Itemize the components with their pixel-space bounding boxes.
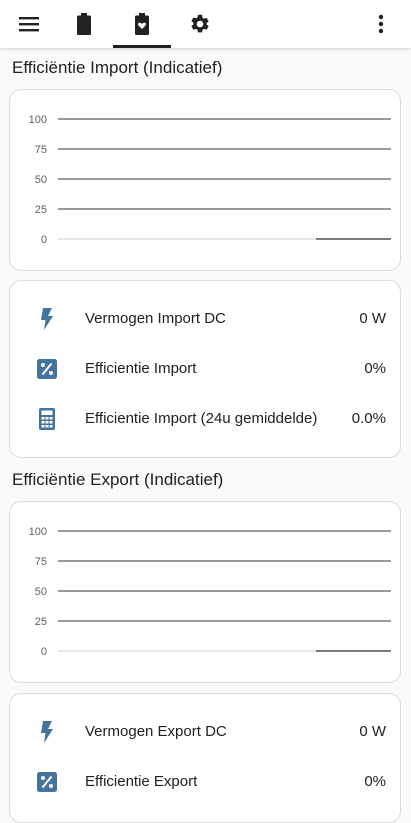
menu-icon (19, 17, 39, 32)
tab-battery-heart[interactable] (120, 0, 164, 48)
more-vert-icon (378, 14, 384, 34)
entity-row-vermogen-import[interactable]: Vermogen Import DC 0 W (10, 294, 402, 344)
entity-label: Vermogen Export DC (85, 723, 227, 740)
gear-icon (191, 14, 209, 33)
tab-battery[interactable] (62, 0, 106, 48)
entity-row-efficientie-import-24u[interactable]: Efficientie Import (24u gemiddelde) 0.0% (10, 394, 402, 444)
y-tick-label: 100 (29, 526, 47, 538)
y-tick-label: 25 (35, 204, 47, 216)
calculator-icon (36, 407, 58, 431)
percent-icon (36, 357, 58, 381)
y-tick-label: 25 (35, 616, 47, 628)
line-chart-export: 100 75 50 25 0 (29, 526, 391, 658)
entity-row-efficientie-import[interactable]: Efficientie Import 0% (10, 344, 402, 394)
tab-settings[interactable] (178, 0, 222, 48)
active-tab-indicator (113, 45, 171, 48)
battery-icon (77, 13, 91, 35)
y-tick-label: 75 (35, 144, 47, 156)
entity-label: Efficientie Import (24u gemiddelde) (85, 410, 318, 427)
y-tick-label: 0 (41, 646, 47, 658)
entities-card-export: Vermogen Export DC 0 W Efficientie Expor… (9, 693, 401, 823)
entities-card-import: Vermogen Import DC 0 W Efficientie Impor… (9, 280, 401, 458)
y-tick-label: 75 (35, 556, 47, 568)
line-chart-import: 100 75 50 25 0 (29, 114, 391, 246)
entity-label: Efficientie Import (85, 360, 197, 377)
entity-value: 0 W (359, 723, 386, 740)
menu-button[interactable] (8, 0, 50, 48)
flash-icon (36, 720, 58, 744)
y-tick-label: 0 (41, 234, 47, 246)
flash-icon (36, 307, 58, 331)
chart-card-import: 100 75 50 25 0 (9, 89, 401, 271)
entity-row-vermogen-export[interactable]: Vermogen Export DC 0 W (10, 707, 402, 757)
entity-label: Efficientie Export (85, 773, 198, 790)
y-tick-label: 50 (35, 174, 47, 186)
entity-value: 0% (364, 773, 386, 790)
more-options-button[interactable] (362, 0, 400, 48)
y-tick-label: 50 (35, 586, 47, 598)
chart-card-export: 100 75 50 25 0 (9, 501, 401, 683)
entity-value: 0% (364, 360, 386, 377)
section-title-export: Efficiëntie Export (Indicatief) (12, 470, 224, 489)
percent-icon (36, 770, 58, 794)
entity-value: 0 W (359, 310, 386, 327)
entity-label: Vermogen Import DC (85, 310, 226, 327)
battery-heart-icon (135, 13, 149, 35)
y-tick-label: 100 (29, 114, 47, 126)
section-title-import: Efficiëntie Import (Indicatief) (12, 58, 223, 77)
top-app-bar (0, 0, 411, 48)
entity-value: 0.0% (351, 410, 386, 427)
